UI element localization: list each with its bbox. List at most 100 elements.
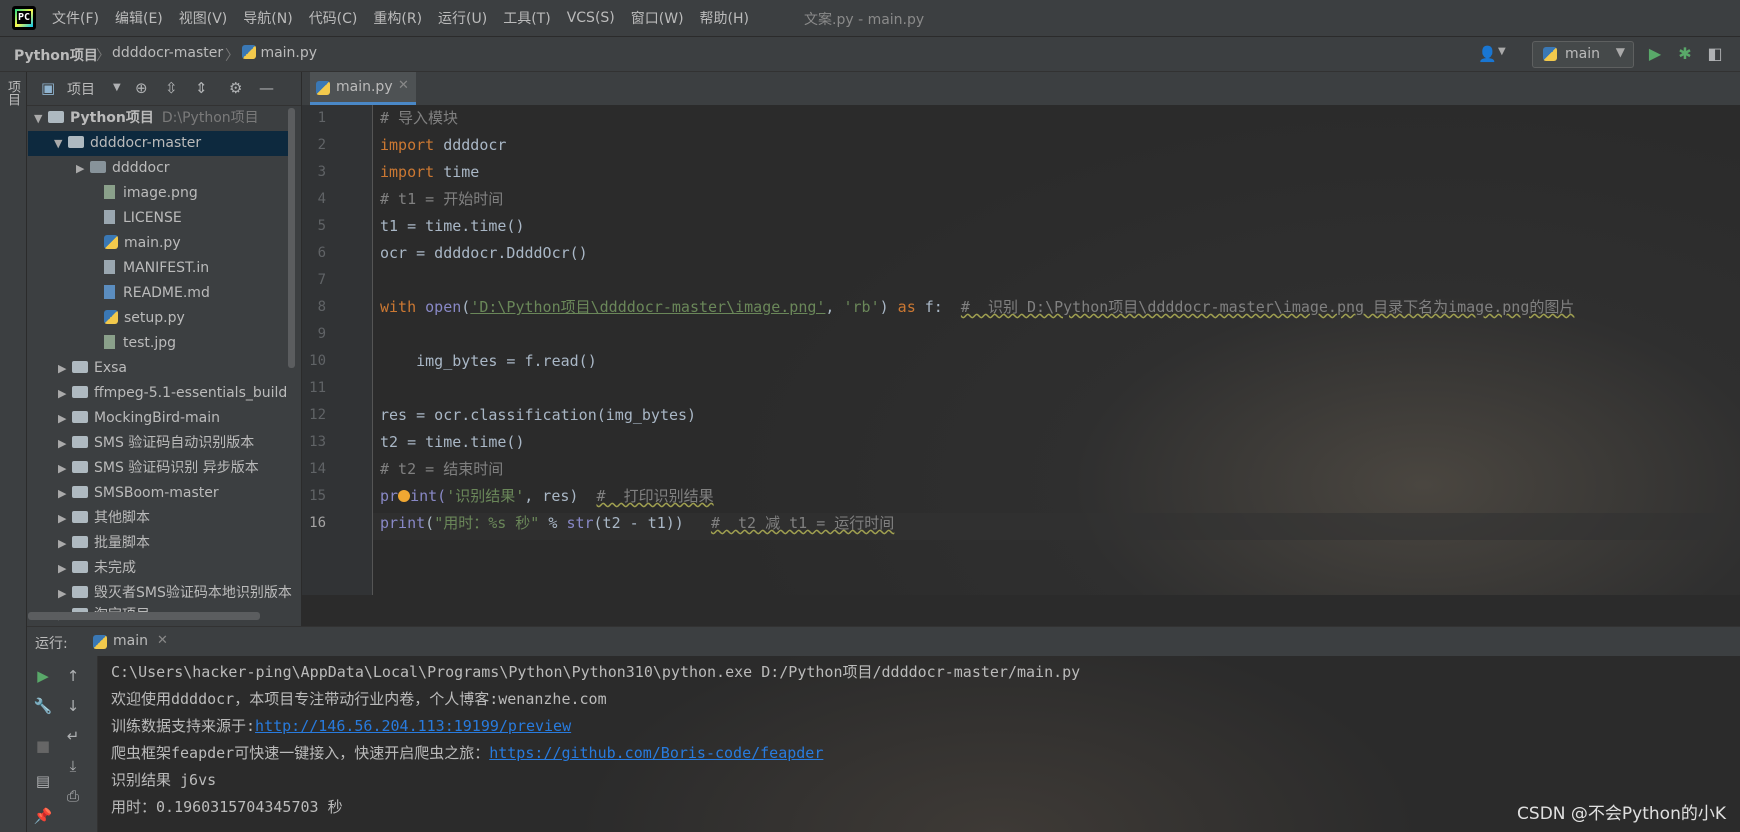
rerun-icon[interactable]: ▶ <box>33 666 53 686</box>
chevron-down-icon[interactable]: ▼ <box>113 82 121 93</box>
print-icon[interactable]: ⎙ <box>63 786 83 806</box>
tree-item[interactable]: test.jpg <box>28 331 176 356</box>
breadcrumb-separator-icon: 〉 <box>96 48 110 64</box>
tree-item[interactable]: ▶ ffmpeg-5.1-essentials_build <box>28 381 287 406</box>
tree-item[interactable]: ▶ 未完成 <box>28 556 136 581</box>
menu-file[interactable]: 文件(F) <box>44 8 107 28</box>
gear-icon[interactable]: ⚙ <box>229 79 242 97</box>
pycharm-logo-icon <box>12 6 36 30</box>
pin-icon[interactable]: 📌 <box>33 806 53 826</box>
folder-icon <box>72 536 88 548</box>
tree-item-label: ddddocr-master <box>90 135 202 151</box>
tree-item[interactable]: ▶ 其他脚本 <box>28 506 150 531</box>
run-icon[interactable]: ▶ <box>1646 45 1664 63</box>
menu-navigate[interactable]: 导航(N) <box>235 8 300 28</box>
tree-item[interactable]: ▶ SMS 验证码自动识别版本 <box>28 431 254 456</box>
menu-edit[interactable]: 编辑(E) <box>107 8 171 28</box>
breadcrumb-project[interactable]: Python项目 <box>14 45 98 65</box>
folder-icon <box>72 586 88 598</box>
tree-item[interactable]: main.py <box>28 231 181 256</box>
project-tool-window-button[interactable]: 项目 <box>4 80 22 106</box>
tree-item[interactable]: ▶ MockingBird-main <box>28 406 220 431</box>
code-comment: # t1 = 开始时间 <box>380 190 504 208</box>
tree-item[interactable]: README.md <box>28 281 210 306</box>
menu-window[interactable]: 窗口(W) <box>623 8 692 28</box>
chevron-right-icon: ▶ <box>58 437 67 450</box>
line-number: 5 <box>317 218 326 234</box>
image-file-icon <box>104 335 115 349</box>
tree-item[interactable]: setup.py <box>28 306 185 331</box>
menu-vcs[interactable]: VCS(S) <box>559 10 623 26</box>
locate-icon[interactable]: ⊕ <box>135 79 148 97</box>
image-file-icon <box>104 185 115 199</box>
code-text: f: <box>915 298 961 316</box>
debug-icon[interactable]: ✱ <box>1676 45 1694 63</box>
tree-item[interactable]: image.png <box>28 181 198 206</box>
tree-item[interactable]: ▼ ddddocr-master <box>28 131 294 156</box>
folder-icon <box>72 436 88 448</box>
coverage-icon[interactable]: ◧ <box>1706 45 1724 63</box>
console-line: 识别结果 j6vs <box>111 771 217 789</box>
code-line: # 导入模块 <box>380 105 458 132</box>
run-toolbar: ▶ ↑ 🔧 ↓ ↵ ■ ⤓ ▤ ⎙ 📌 <box>27 656 98 832</box>
tree-root[interactable]: ▼ Python项目 D:\Python项目 <box>28 106 300 131</box>
package-icon <box>90 161 106 173</box>
tree-item[interactable]: ▶ ddddocr <box>28 156 170 181</box>
console-link[interactable]: https://github.com/Boris-code/feapder <box>489 744 823 762</box>
breadcrumb-file[interactable]: main.py <box>242 45 317 61</box>
run-configuration-select[interactable]: main ▼ <box>1532 41 1634 68</box>
close-icon[interactable]: ✕ <box>157 633 168 648</box>
code-line: ocr = ddddocr.DdddOcr() <box>380 240 588 267</box>
line-number: 13 <box>309 434 326 450</box>
layout-icon[interactable]: ▤ <box>33 771 53 791</box>
scroll-to-end-icon[interactable]: ⤓ <box>63 756 83 776</box>
wrench-icon[interactable]: 🔧 <box>33 696 53 716</box>
menu-view[interactable]: 视图(V) <box>171 8 236 28</box>
code-text: (t2 - t1)) <box>593 514 711 532</box>
tree-item[interactable]: ▶ 批量脚本 <box>28 531 150 556</box>
tree-item[interactable]: ▶ Exsa <box>28 356 127 381</box>
stop-icon[interactable]: ■ <box>33 736 53 756</box>
console-link[interactable]: http://146.56.204.113:19199/preview <box>255 717 571 735</box>
project-horizontal-scrollbar[interactable] <box>28 612 260 620</box>
close-icon[interactable]: ✕ <box>398 78 409 93</box>
breadcrumb-file-label: main.py <box>260 45 318 61</box>
code-text: t1 = time.time() <box>380 217 525 235</box>
code-string: 'rb' <box>843 298 880 316</box>
code-comment: # 识别 D:\Python项目\ddddocr-master\image.pn… <box>960 298 1575 316</box>
expand-all-icon[interactable]: ⇳ <box>165 79 178 97</box>
arrow-up-icon[interactable]: ↑ <box>63 666 83 686</box>
collapse-all-icon[interactable]: ⇕ <box>195 79 208 97</box>
line-number: 1 <box>317 110 326 126</box>
menu-help[interactable]: 帮助(H) <box>692 8 757 28</box>
tree-item[interactable]: MANIFEST.in <box>28 256 209 281</box>
code-builtin: str <box>566 514 594 532</box>
soft-wrap-icon[interactable]: ↵ <box>63 726 83 746</box>
breadcrumb-folder[interactable]: ddddocr-master <box>112 45 223 61</box>
tree-item[interactable]: ▶ SMS 验证码识别 异步版本 <box>28 456 259 481</box>
menu-run[interactable]: 运行(U) <box>430 8 495 28</box>
menu-code[interactable]: 代码(C) <box>301 8 366 28</box>
tree-item-label: 未完成 <box>94 560 136 576</box>
tree-item[interactable]: ▶ SMSBoom-master <box>28 481 219 506</box>
minimize-icon[interactable]: — <box>259 79 274 97</box>
lightbulb-icon[interactable] <box>398 490 411 502</box>
project-panel-title[interactable]: 项目 <box>67 79 95 99</box>
code-comment: # 导入模块 <box>380 109 459 127</box>
editor-tab-main-py[interactable]: main.py ✕ <box>310 72 416 105</box>
user-account-button[interactable]: 👤 ▼ <box>1476 43 1512 65</box>
python-icon <box>93 635 107 649</box>
tree-item-label: setup.py <box>124 310 185 326</box>
line-number: 6 <box>317 245 326 261</box>
tree-item[interactable]: LICENSE <box>28 206 182 231</box>
menu-refactor[interactable]: 重构(R) <box>365 8 430 28</box>
code-string: 'D:\Python项目\ddddocr-master\image.png' <box>470 298 826 316</box>
project-vertical-scrollbar[interactable] <box>288 108 295 368</box>
code-line: pr int('识别结果', res) # 打印识别结果 <box>380 483 714 510</box>
editor-tab-label: main.py <box>336 79 393 95</box>
chevron-right-icon: ▶ <box>58 387 67 400</box>
run-tab-main[interactable]: main ✕ <box>89 627 177 657</box>
tree-item-label: Exsa <box>94 360 128 376</box>
menu-tools[interactable]: 工具(T) <box>495 8 558 28</box>
arrow-down-icon[interactable]: ↓ <box>63 696 83 716</box>
